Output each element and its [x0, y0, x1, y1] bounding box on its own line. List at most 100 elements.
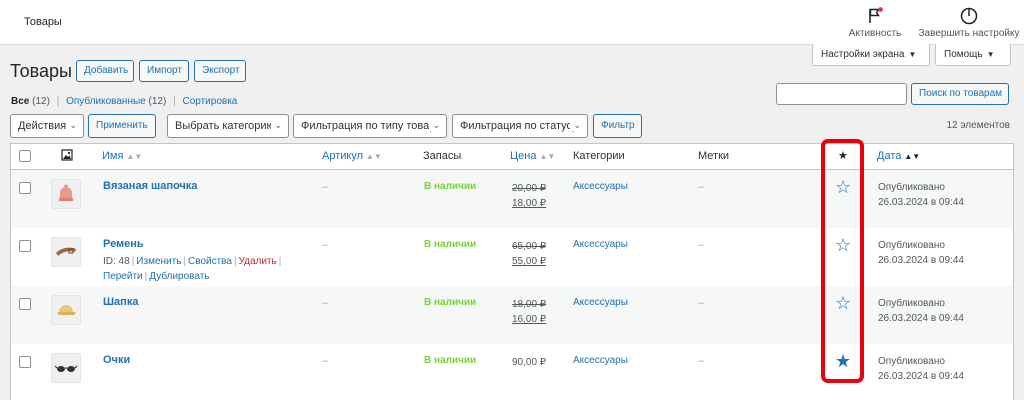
product-name-link[interactable]: Ремень	[103, 238, 144, 250]
category-select[interactable]: Выбрать категорию ⌄	[167, 114, 289, 138]
product-sku: –	[322, 181, 329, 193]
search-input[interactable]	[776, 83, 907, 105]
product-thumbnail[interactable]	[51, 295, 81, 325]
search-products-button[interactable]: Поиск по товарам	[911, 83, 1009, 105]
bulk-actions-value: Действия	[18, 120, 67, 132]
top-bar: Товары Активность Завершить настройку	[0, 0, 1024, 45]
product-date: Опубликовано 26.03.2024 в 09:44	[878, 354, 964, 384]
featured-column-highlight	[821, 139, 864, 383]
add-product-button[interactable]: Добавить	[76, 60, 134, 82]
product-tags: –	[698, 297, 705, 309]
product-thumbnail[interactable]	[51, 237, 81, 267]
category-link[interactable]: Аксессуары	[573, 355, 628, 366]
finish-setup-button[interactable]: Завершить настройку	[916, 6, 1022, 39]
regular-price: 18,00 ₽	[512, 299, 547, 310]
publish-date: 26.03.2024 в 09:44	[878, 371, 964, 382]
edit-link[interactable]: Изменить	[136, 256, 181, 267]
top-bar-title: Товары	[24, 16, 62, 28]
help-toggle[interactable]: Помощь ▼	[935, 44, 1011, 66]
category-link[interactable]: Аксессуары	[573, 239, 628, 250]
caret-down-icon: ▼	[908, 50, 917, 59]
filter-published[interactable]: Опубликованные	[66, 96, 146, 107]
properties-link[interactable]: Свойства	[188, 256, 232, 267]
column-sku[interactable]: Артикул ▲▼	[322, 150, 382, 162]
stock-status-select[interactable]: Фильтрация по статусу ⌄	[452, 114, 588, 138]
column-sku-label: Артикул	[322, 150, 364, 162]
column-stock: Запасы	[423, 150, 462, 162]
publish-date: 26.03.2024 в 09:44	[878, 255, 964, 266]
product-price: 90,00 ₽	[512, 355, 546, 370]
filter-button[interactable]: Фильтр	[593, 114, 642, 138]
finish-setup-label: Завершить настройку	[918, 28, 1020, 39]
column-date[interactable]: Дата ▲▼	[877, 150, 920, 162]
export-button[interactable]: Экспорт	[194, 60, 246, 82]
product-name-link[interactable]: Очки	[103, 354, 130, 366]
apply-button[interactable]: Применить	[88, 114, 156, 138]
stock-status: В наличии	[424, 181, 477, 192]
flag-icon	[846, 6, 904, 26]
publish-date: 26.03.2024 в 09:44	[878, 313, 964, 324]
sale-price: 16,00 ₽	[512, 314, 547, 325]
activity-button[interactable]: Активность	[846, 6, 904, 39]
stock-status: В наличии	[424, 355, 477, 366]
publish-status: Опубликовано	[878, 356, 945, 367]
column-price[interactable]: Цена ▲▼	[510, 150, 555, 162]
stock-status: В наличии	[424, 297, 477, 308]
action-separator: |	[183, 256, 187, 267]
product-id: ID: 48	[103, 256, 130, 267]
items-count: 12 элементов	[946, 120, 1010, 131]
stock-status-value: Фильтрация по статусу	[460, 120, 578, 132]
publish-status: Опубликовано	[878, 240, 945, 251]
bulk-actions-select[interactable]: Действия ⌄	[10, 114, 84, 138]
select-all-checkbox[interactable]	[19, 150, 31, 162]
category-link[interactable]: Аксессуары	[573, 297, 628, 308]
product-tags: –	[698, 355, 705, 367]
filter-all[interactable]: Все	[11, 96, 29, 107]
product-tags: –	[698, 239, 705, 251]
view-link[interactable]: Перейти	[103, 271, 143, 282]
product-tags: –	[698, 181, 705, 193]
screen-options-toggle[interactable]: Настройки экрана ▼	[812, 44, 930, 66]
product-date: Опубликовано 26.03.2024 в 09:44	[878, 296, 964, 326]
category-link[interactable]: Аксессуары	[573, 181, 628, 192]
product-price: 65,00 ₽ 55,00 ₽	[512, 239, 546, 269]
regular-price: 20,00 ₽	[512, 183, 547, 194]
sort-icon: ▲▼	[366, 152, 382, 161]
column-name[interactable]: Имя ▲▼	[102, 150, 142, 162]
help-label: Помощь	[944, 49, 983, 60]
filter-all-count: (12)	[32, 96, 50, 107]
row-checkbox[interactable]	[19, 298, 31, 310]
column-price-label: Цена	[510, 150, 537, 162]
image-icon	[61, 149, 73, 164]
stock-status: В наличии	[424, 239, 477, 250]
row-actions: ID: 48 | Изменить | Свойства | Удалить | Перейт…	[103, 254, 303, 284]
sort-icon: ▲▼	[904, 152, 921, 161]
action-separator: |	[233, 256, 237, 267]
publish-status: Опубликовано	[878, 182, 945, 193]
filter-sorting[interactable]: Сортировка	[182, 96, 237, 107]
column-date-label: Дата	[877, 150, 902, 162]
product-sku: –	[322, 297, 329, 309]
column-name-label: Имя	[102, 150, 124, 162]
delete-link[interactable]: Удалить	[239, 256, 277, 267]
product-type-value: Фильтрация по типу товар	[301, 120, 436, 132]
regular-price: 65,00 ₽	[512, 241, 547, 252]
product-thumbnail[interactable]	[51, 353, 81, 383]
sale-price: 18,00 ₽	[512, 198, 547, 209]
filter-published-count: (12)	[148, 96, 167, 107]
product-sku: –	[322, 355, 329, 367]
status-filters: Все (12) | Опубликованные (12) | Сортиро…	[11, 96, 237, 107]
row-checkbox[interactable]	[19, 182, 31, 194]
product-name-link[interactable]: Вязаная шапочка	[103, 180, 197, 192]
import-button[interactable]: Импорт	[139, 60, 189, 82]
product-thumbnail[interactable]	[51, 179, 81, 209]
regular-price: 90,00 ₽	[512, 357, 547, 368]
product-type-select[interactable]: Фильтрация по типу товар ⌄	[293, 114, 447, 138]
screen-options-label: Настройки экрана	[821, 49, 905, 60]
row-checkbox[interactable]	[19, 240, 31, 252]
row-checkbox[interactable]	[19, 356, 31, 368]
category-value: Выбрать категорию	[175, 120, 275, 132]
column-tags: Метки	[698, 150, 730, 162]
duplicate-link[interactable]: Дублировать	[149, 271, 209, 282]
product-name-link[interactable]: Шапка	[103, 296, 138, 308]
